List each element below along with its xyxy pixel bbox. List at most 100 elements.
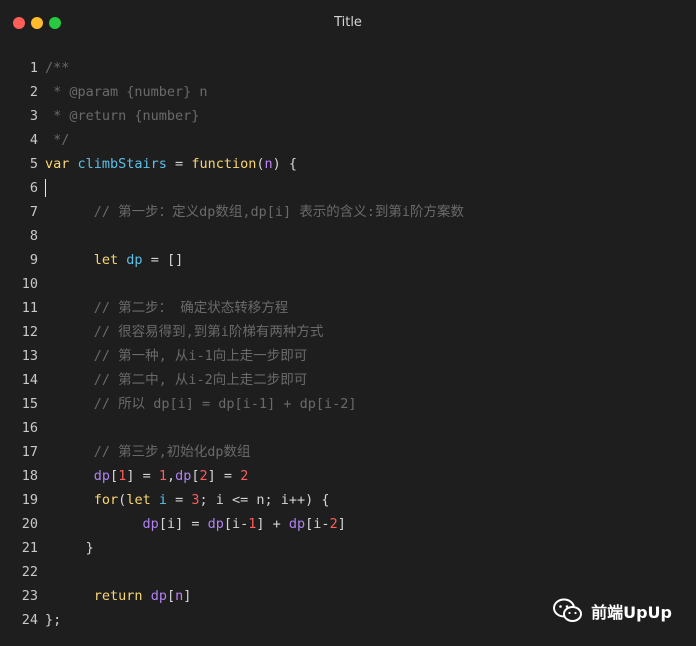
- line-text: // 第一种, 从i-1向上走一步即可: [45, 344, 308, 368]
- line-number: 18: [21, 468, 38, 484]
- editor-window: Title 1/** 2 * @param {number} n3 * @retu…: [0, 0, 696, 646]
- code-token: ]: [183, 588, 192, 604]
- window-title: Title: [334, 15, 362, 30]
- code-line[interactable]: 15 // 所以 dp[i] = dp[i-1] + dp[i-2]: [0, 392, 696, 416]
- code-token: // 很容易得到,到第i阶梯有两种方式: [45, 324, 324, 340]
- line-text: // 第一步：定义dp数组,dp[i] 表示的含义:到第i阶方案数: [45, 200, 464, 224]
- code-line[interactable]: 8: [0, 224, 696, 248]
- line-number: 20: [21, 516, 38, 532]
- code-token: dp: [142, 516, 159, 532]
- code-token: 2: [199, 468, 208, 484]
- code-line[interactable]: 7 // 第一步：定义dp数组,dp[i] 表示的含义:到第i阶方案数: [0, 200, 696, 224]
- code-token: for: [93, 492, 119, 508]
- line-text: }: [45, 536, 94, 560]
- code-line[interactable]: 16: [0, 416, 696, 440]
- code-token: let: [126, 492, 159, 508]
- line-number: 5: [29, 156, 38, 172]
- line-text: * @param {number} n: [45, 80, 208, 104]
- line-text: var climbStairs = function(n) {: [45, 152, 297, 176]
- code-token: * @param {number} n: [45, 84, 208, 100]
- line-number: 12: [21, 324, 38, 340]
- code-token: }: [45, 540, 94, 556]
- line-number: 10: [21, 276, 38, 292]
- code-line[interactable]: 2 * @param {number} n: [0, 80, 696, 104]
- code-token: [i] =: [158, 516, 208, 532]
- line-text: return dp[n]: [45, 584, 192, 608]
- line-number: 23: [21, 588, 38, 604]
- line-text: let dp = []: [45, 248, 183, 272]
- code-line[interactable]: 13 // 第一种, 从i-1向上走一步即可: [0, 344, 696, 368]
- code-token: var: [45, 156, 78, 172]
- code-token: 1: [158, 468, 167, 484]
- code-token: ]: [337, 516, 346, 532]
- code-token: dp: [207, 516, 224, 532]
- line-number: 21: [21, 540, 38, 556]
- code-token: 2: [329, 516, 338, 532]
- code-line[interactable]: 4 */: [0, 128, 696, 152]
- code-token: climbStairs: [77, 156, 167, 172]
- code-line[interactable]: 10: [0, 272, 696, 296]
- code-token: dp: [175, 468, 192, 484]
- code-token: let: [93, 252, 127, 268]
- code-token: * @return {number}: [45, 108, 200, 124]
- code-token: // 第一步：定义dp数组,dp[i] 表示的含义:到第i阶方案数: [45, 204, 465, 220]
- line-number: 19: [21, 492, 38, 508]
- code-line[interactable]: 18 dp[1] = 1,dp[2] = 2: [0, 464, 696, 488]
- line-number: 22: [21, 564, 38, 580]
- code-token: /**: [45, 60, 70, 76]
- line-text: [45, 176, 46, 200]
- code-token: ] +: [256, 516, 289, 532]
- code-line[interactable]: 19 for(let i = 3; i <= n; i++) {: [0, 488, 696, 512]
- code-token: = []: [142, 252, 184, 268]
- code-token: // 第三步,初始化dp数组: [45, 444, 251, 460]
- code-line[interactable]: 12 // 很容易得到,到第i阶梯有两种方式: [0, 320, 696, 344]
- line-number: 4: [29, 132, 38, 148]
- code-token: i: [158, 492, 167, 508]
- line-text: /**: [45, 56, 69, 80]
- code-token: ] =: [207, 468, 241, 484]
- code-token: [: [110, 468, 119, 484]
- code-line[interactable]: 9 let dp = []: [0, 248, 696, 272]
- code-line[interactable]: 20 dp[i] = dp[i-1] + dp[i-2]: [0, 512, 696, 536]
- title-bar: Title: [0, 0, 696, 48]
- code-line[interactable]: 17 // 第三步,初始化dp数组: [0, 440, 696, 464]
- code-token: ] =: [126, 468, 159, 484]
- code-token: function: [191, 156, 257, 172]
- code-line[interactable]: 14 // 第二中, 从i-2向上走二步即可: [0, 368, 696, 392]
- code-token: n: [264, 156, 273, 172]
- code-line[interactable]: 1 /**: [0, 56, 696, 80]
- text-cursor: [45, 179, 46, 197]
- code-line[interactable]: 21 }: [0, 536, 696, 560]
- line-number: 8: [29, 228, 38, 244]
- line-text: };: [45, 608, 61, 632]
- code-editor[interactable]: 1/** 2 * @param {number} n3 * @return {nu…: [0, 56, 696, 632]
- wechat-icon: [553, 598, 583, 622]
- code-token: =: [166, 156, 192, 172]
- line-text: dp[i] = dp[i-1] + dp[i-2]: [45, 512, 346, 536]
- code-token: ,: [166, 468, 176, 484]
- code-token: 2: [240, 468, 249, 484]
- code-token: ; i <= n; i++) {: [199, 492, 330, 508]
- code-line[interactable]: 5 var climbStairs = function(n) {: [0, 152, 696, 176]
- code-line[interactable]: 11 // 第二步： 确定状态转移方程: [0, 296, 696, 320]
- code-token: dp: [150, 588, 167, 604]
- line-number: 13: [21, 348, 38, 364]
- line-text: dp[1] = 1,dp[2] = 2: [45, 464, 249, 488]
- line-text: */: [45, 128, 69, 152]
- code-token: };: [45, 612, 62, 628]
- line-text: // 第三步,初始化dp数组: [45, 440, 251, 464]
- line-number: 14: [21, 372, 38, 388]
- code-line[interactable]: 6: [0, 176, 696, 200]
- code-line[interactable]: 3 * @return {number}: [0, 104, 696, 128]
- code-token: [: [191, 468, 200, 484]
- watermark: 前端UpUp: [553, 598, 672, 624]
- code-token: // 所以 dp[i] = dp[i-1] + dp[i-2]: [45, 396, 357, 412]
- code-line[interactable]: 22: [0, 560, 696, 584]
- line-number: 9: [29, 252, 38, 268]
- line-text: // 所以 dp[i] = dp[i-1] + dp[i-2]: [45, 392, 357, 416]
- line-number: 24: [21, 612, 38, 628]
- line-number: 15: [21, 396, 38, 412]
- code-token: dp: [288, 516, 306, 532]
